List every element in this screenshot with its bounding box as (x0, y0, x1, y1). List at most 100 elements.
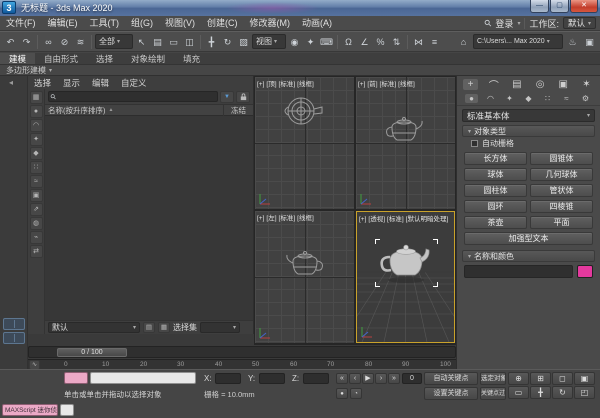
app-logo-icon[interactable]: 3 (2, 1, 16, 14)
filter-shapes-icon[interactable]: ◠ (30, 119, 43, 132)
explorer-lock-icon[interactable] (236, 91, 250, 103)
create-tab-icon[interactable]: + (463, 79, 478, 90)
selection-region-icon[interactable]: ▭ (166, 34, 181, 50)
autogrid-checkbox[interactable] (471, 140, 478, 147)
hierarchy-tab-icon[interactable]: ▤ (509, 79, 524, 90)
modify-tab-icon[interactable]: ⌒ (486, 77, 501, 92)
redo-icon[interactable]: ↷ (19, 34, 34, 50)
selected-objects-dropdown[interactable]: 选定对象 (480, 372, 506, 385)
viewport-pov-label[interactable]: [前] (367, 81, 377, 88)
bind-to-space-warp-icon[interactable]: ≋ (73, 34, 88, 50)
select-and-link-icon[interactable]: ∞ (41, 34, 56, 50)
motion-tab-icon[interactable]: ◎ (533, 79, 548, 90)
project-path-dropdown[interactable]: C:\Users\... Max 2020 ▾ (473, 34, 563, 49)
teapot-top-wireframe[interactable] (281, 91, 325, 131)
pan-icon[interactable]: ╋ (530, 386, 551, 399)
maxscript-panel-label[interactable]: MAXScript 迷你侦听器 (2, 404, 58, 416)
filter-lights-icon[interactable]: ✦ (30, 133, 43, 146)
select-and-move-icon[interactable]: ╋ (204, 34, 219, 50)
play-button[interactable]: ▶ (362, 373, 374, 384)
button-pyramid[interactable]: 四棱锥 (530, 200, 593, 213)
maximize-viewport-icon[interactable]: ◰ (574, 386, 595, 399)
viewport-menu-plus[interactable]: [+] (359, 216, 366, 223)
utilities-tab-icon[interactable]: ✶ (579, 79, 594, 90)
select-and-rotate-icon[interactable]: ↻ (220, 34, 235, 50)
filter-materials-icon[interactable]: ◍ (30, 217, 43, 230)
ribbon-tab-modeling[interactable]: 建模 (0, 53, 35, 64)
reference-coordinate-dropdown[interactable]: 视图 ▾ (252, 34, 286, 49)
unlink-selection-icon[interactable]: ⊘ (57, 34, 72, 50)
ribbon-tab-populate[interactable]: 填充 (174, 53, 209, 64)
project-folder-icon[interactable]: ⌂ (456, 34, 471, 50)
button-torus[interactable]: 圆环 (464, 200, 527, 213)
cameras-category-icon[interactable]: ◆ (522, 94, 535, 103)
maxscript-input-field[interactable] (60, 404, 74, 416)
go-start-button[interactable]: « (336, 373, 348, 384)
explorer-menu-select[interactable]: 选择 (28, 77, 57, 89)
key-mode-toggle-icon[interactable]: ● (336, 388, 348, 399)
go-end-button[interactable]: » (388, 373, 400, 384)
key-filters-button[interactable]: 关键点过滤器... (480, 387, 506, 400)
explorer-menu-edit[interactable]: 编辑 (86, 77, 115, 89)
prev-frame-button[interactable]: ‹ (349, 373, 361, 384)
sync-selection-icon[interactable]: ⇄ (30, 245, 43, 258)
use-pivot-center-icon[interactable]: ◉ (287, 34, 302, 50)
explorer-menu-display[interactable]: 显示 (57, 77, 86, 89)
teapot-shaded-object[interactable] (378, 242, 434, 284)
viewport-shading-label[interactable]: [线框] (398, 81, 415, 88)
time-slider-thumb[interactable]: 0 / 100 (57, 348, 127, 357)
object-type-rollout[interactable]: ▾ 对象类型 (462, 125, 595, 137)
ribbon-tab-object-paint[interactable]: 对象绘制 (122, 53, 174, 64)
sign-in-button[interactable]: 登录 (495, 17, 513, 30)
button-textplus[interactable]: 加强型文本 (464, 232, 593, 245)
frozen-column-header[interactable]: 冻结 (223, 105, 253, 116)
display-tab-icon[interactable]: ▣ (556, 79, 571, 90)
next-frame-button[interactable]: › (375, 373, 387, 384)
zoom-icon[interactable]: ⊕ (508, 372, 529, 385)
zoom-all-icon[interactable]: ⊞ (530, 372, 551, 385)
menu-views[interactable]: 视图(V) (159, 16, 201, 31)
button-sphere[interactable]: 球体 (464, 168, 527, 181)
explorer-object-list[interactable] (45, 116, 253, 320)
object-category-dropdown[interactable]: 标准基本体 ▾ (462, 109, 595, 122)
render-setup-icon[interactable]: ♨ (565, 34, 580, 50)
mirror-icon[interactable]: ⋈ (411, 34, 426, 50)
explorer-set-dropdown[interactable]: 默认 ▾ (48, 322, 140, 333)
macro-recorder-field[interactable] (64, 372, 88, 384)
zoom-region-icon[interactable]: ▭ (508, 386, 529, 399)
menu-group[interactable]: 组(G) (125, 16, 159, 31)
zoom-extents-all-icon[interactable]: ▣ (574, 372, 595, 385)
maximize-button[interactable]: ▢ (550, 0, 569, 13)
minimize-button[interactable]: — (530, 0, 549, 13)
button-cone[interactable]: 圆锥体 (530, 152, 593, 165)
viewport-top[interactable]: [+][顶][标准][线框] (255, 77, 354, 209)
menu-animation[interactable]: 动画(A) (296, 16, 338, 31)
explorer-grid-view-icon[interactable]: ▦ (158, 322, 170, 333)
button-teapot[interactable]: 茶壶 (464, 216, 527, 229)
layout-tabs-arrow-icon[interactable]: ◂ (9, 78, 13, 87)
percent-snap-icon[interactable]: % (373, 34, 388, 50)
close-button[interactable]: ✕ (570, 0, 598, 13)
coord-y-input[interactable] (259, 373, 285, 384)
systems-category-icon[interactable]: ⚙ (579, 94, 592, 103)
spacewarps-category-icon[interactable]: ≈ (560, 94, 573, 103)
maxscript-listener-field[interactable] (90, 372, 196, 384)
viewport-standard-label[interactable]: [标准] (387, 216, 404, 223)
viewport-pov-label[interactable]: [透视] (368, 216, 385, 223)
filter-groups-icon[interactable]: ▣ (30, 189, 43, 202)
viewport-standard-label[interactable]: [标准] (279, 215, 296, 222)
ribbon-tab-selection[interactable]: 选择 (87, 53, 122, 64)
render-frame-icon[interactable]: ▣ (582, 34, 597, 50)
autokey-button[interactable]: 自动关键点 (424, 372, 478, 385)
button-box[interactable]: 长方体 (464, 152, 527, 165)
name-column-header[interactable]: 名称(按升序排序) (48, 105, 106, 116)
select-and-scale-icon[interactable]: ▧ (236, 34, 251, 50)
search-icon[interactable]: ⚲ (482, 17, 494, 29)
filter-funnel-icon[interactable]: ▼ (220, 91, 234, 103)
viewport-pov-label[interactable]: [左] (266, 215, 276, 222)
helpers-category-icon[interactable]: ∷ (541, 94, 554, 103)
viewport-standard-label[interactable]: [标准] (380, 81, 397, 88)
menu-edit[interactable]: 编辑(E) (42, 16, 84, 31)
geometry-category-icon[interactable]: ● (465, 94, 478, 103)
name-color-rollout[interactable]: ▾ 名称和颜色 (462, 250, 595, 262)
